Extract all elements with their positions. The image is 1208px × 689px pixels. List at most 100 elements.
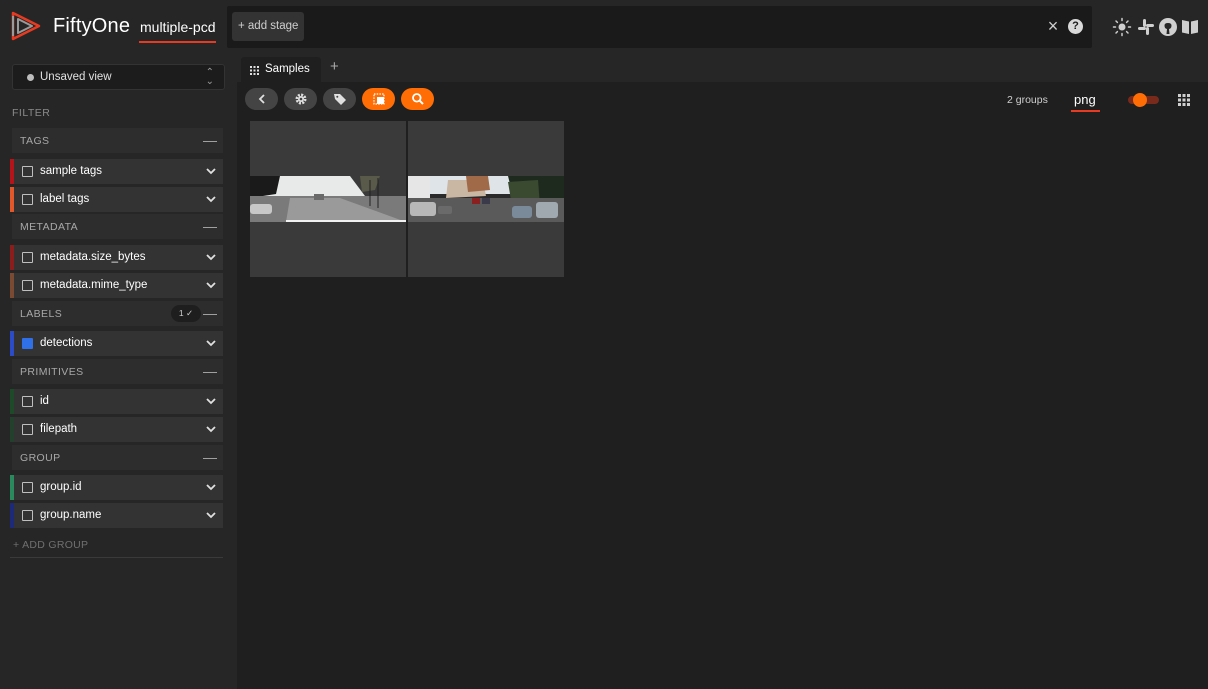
field-row-filepath[interactable]: filepath bbox=[10, 417, 223, 442]
group-slice-selector[interactable]: png bbox=[1074, 92, 1096, 107]
view-status-dot bbox=[27, 74, 34, 81]
field-checkbox[interactable] bbox=[22, 252, 33, 263]
github-icon[interactable] bbox=[1158, 17, 1178, 37]
slice-underline bbox=[1071, 110, 1100, 112]
back-icon bbox=[258, 94, 265, 104]
field-label: metadata.mime_type bbox=[40, 279, 148, 291]
help-icon[interactable]: ? bbox=[1068, 19, 1083, 34]
field-checkbox[interactable] bbox=[22, 194, 33, 205]
tabs-bar: Samples + bbox=[237, 54, 1208, 82]
group-header-tags[interactable]: TAGS — bbox=[12, 128, 223, 153]
field-color-bar bbox=[10, 245, 14, 270]
group-header-labels[interactable]: LABELS 1 ✓ — bbox=[12, 301, 223, 326]
field-label: label tags bbox=[40, 193, 90, 205]
field-label: group.id bbox=[40, 481, 82, 493]
sample-thumbnail[interactable] bbox=[250, 121, 406, 277]
collapse-icon[interactable]: — bbox=[203, 449, 217, 465]
groups-count: 2 groups bbox=[1007, 94, 1048, 106]
street-scene-image bbox=[408, 176, 564, 222]
slider-handle[interactable] bbox=[1133, 93, 1147, 107]
field-label: sample tags bbox=[40, 165, 103, 177]
field-checkbox[interactable] bbox=[22, 280, 33, 291]
field-label: metadata.size_bytes bbox=[40, 251, 146, 263]
field-checkbox[interactable] bbox=[22, 424, 33, 435]
chevron-down-icon[interactable] bbox=[205, 338, 217, 348]
field-color-bar bbox=[10, 417, 14, 442]
tag-icon bbox=[334, 94, 346, 105]
docs-icon[interactable] bbox=[1180, 17, 1200, 37]
chevron-down-icon[interactable] bbox=[205, 280, 217, 290]
view-stage-bar[interactable]: + add stage × ? bbox=[227, 6, 1092, 48]
app-header: FiftyOne multiple-pcd + add stage × ? bbox=[0, 0, 1208, 54]
field-row-metadata-size-bytes[interactable]: metadata.size_bytes bbox=[10, 245, 223, 270]
field-label: group.name bbox=[40, 509, 102, 521]
dataset-underline bbox=[139, 41, 216, 43]
back-button[interactable] bbox=[245, 88, 278, 110]
field-label: detections bbox=[40, 337, 93, 349]
field-checkbox-checked[interactable] bbox=[22, 338, 33, 349]
collapse-icon[interactable]: — bbox=[203, 132, 217, 148]
field-color-bar bbox=[10, 475, 14, 500]
sidebar: Unsaved view ⌃ ⌄ FILTER TAGS — sample tag… bbox=[0, 54, 237, 689]
field-color-bar bbox=[10, 273, 14, 298]
grid-icon bbox=[250, 66, 259, 75]
field-checkbox[interactable] bbox=[22, 510, 33, 521]
street-scene-image bbox=[250, 176, 406, 222]
group-header-group[interactable]: GROUP — bbox=[12, 445, 223, 470]
field-checkbox[interactable] bbox=[22, 482, 33, 493]
field-row-group-name[interactable]: group.name bbox=[10, 503, 223, 528]
chevron-down-icon[interactable] bbox=[205, 482, 217, 492]
add-tab-icon[interactable]: + bbox=[330, 58, 339, 75]
collapse-icon[interactable]: — bbox=[203, 218, 217, 234]
field-checkbox[interactable] bbox=[22, 166, 33, 177]
sample-thumbnail[interactable] bbox=[408, 121, 564, 277]
select-caret-icon: ⌃ ⌄ bbox=[205, 67, 214, 87]
search-icon bbox=[412, 93, 424, 105]
group-label: GROUP bbox=[20, 452, 61, 464]
field-row-label-tags[interactable]: label tags bbox=[10, 187, 223, 212]
tab-samples[interactable]: Samples bbox=[241, 57, 321, 82]
add-stage-button[interactable]: + add stage bbox=[232, 12, 305, 41]
chevron-down-icon[interactable] bbox=[205, 510, 217, 520]
settings-button[interactable] bbox=[284, 88, 317, 110]
view-selector-label: Unsaved view bbox=[40, 71, 112, 83]
chevron-down-icon[interactable] bbox=[205, 252, 217, 262]
dataset-selector[interactable]: multiple-pcd bbox=[140, 19, 215, 35]
sun-icon[interactable] bbox=[1112, 17, 1132, 37]
field-row-group-id[interactable]: group.id bbox=[10, 475, 223, 500]
chevron-down-icon[interactable] bbox=[205, 166, 217, 176]
grid-layout-icon[interactable] bbox=[1178, 94, 1190, 106]
slack-icon[interactable] bbox=[1136, 17, 1156, 37]
field-row-detections[interactable]: detections bbox=[10, 331, 223, 356]
field-color-bar bbox=[10, 159, 14, 184]
divider bbox=[10, 557, 223, 558]
tag-button[interactable] bbox=[323, 88, 356, 110]
group-label: PRIMITIVES bbox=[20, 366, 84, 378]
saved-view-selector[interactable]: Unsaved view ⌃ ⌄ bbox=[12, 64, 225, 90]
fiftyone-logo-icon[interactable] bbox=[10, 10, 42, 42]
patches-button[interactable] bbox=[362, 88, 395, 110]
chevron-down-icon[interactable] bbox=[205, 194, 217, 204]
field-row-sample-tags[interactable]: sample tags bbox=[10, 159, 223, 184]
settings-icon bbox=[295, 93, 307, 105]
close-icon[interactable]: × bbox=[1045, 16, 1061, 36]
field-color-bar bbox=[10, 331, 14, 356]
chevron-down-icon[interactable] bbox=[205, 396, 217, 406]
add-group-button[interactable]: + ADD GROUP bbox=[13, 539, 88, 551]
field-checkbox[interactable] bbox=[22, 396, 33, 407]
collapse-icon[interactable]: — bbox=[203, 305, 217, 321]
group-header-primitives[interactable]: PRIMITIVES — bbox=[12, 359, 223, 384]
chevron-down-icon[interactable] bbox=[205, 424, 217, 434]
selected-count-badge[interactable]: 1 ✓ bbox=[171, 305, 201, 322]
app-title[interactable]: FiftyOne bbox=[53, 15, 130, 38]
filter-heading: FILTER bbox=[12, 107, 51, 119]
field-row-metadata-mime-type[interactable]: metadata.mime_type bbox=[10, 273, 223, 298]
field-label: filepath bbox=[40, 423, 78, 435]
group-header-metadata[interactable]: METADATA — bbox=[12, 214, 223, 239]
collapse-icon[interactable]: — bbox=[203, 363, 217, 379]
similarity-search-button[interactable] bbox=[401, 88, 434, 110]
field-row-id[interactable]: id bbox=[10, 389, 223, 414]
patches-icon bbox=[373, 93, 385, 105]
field-color-bar bbox=[10, 503, 14, 528]
tab-label: Samples bbox=[265, 63, 310, 75]
